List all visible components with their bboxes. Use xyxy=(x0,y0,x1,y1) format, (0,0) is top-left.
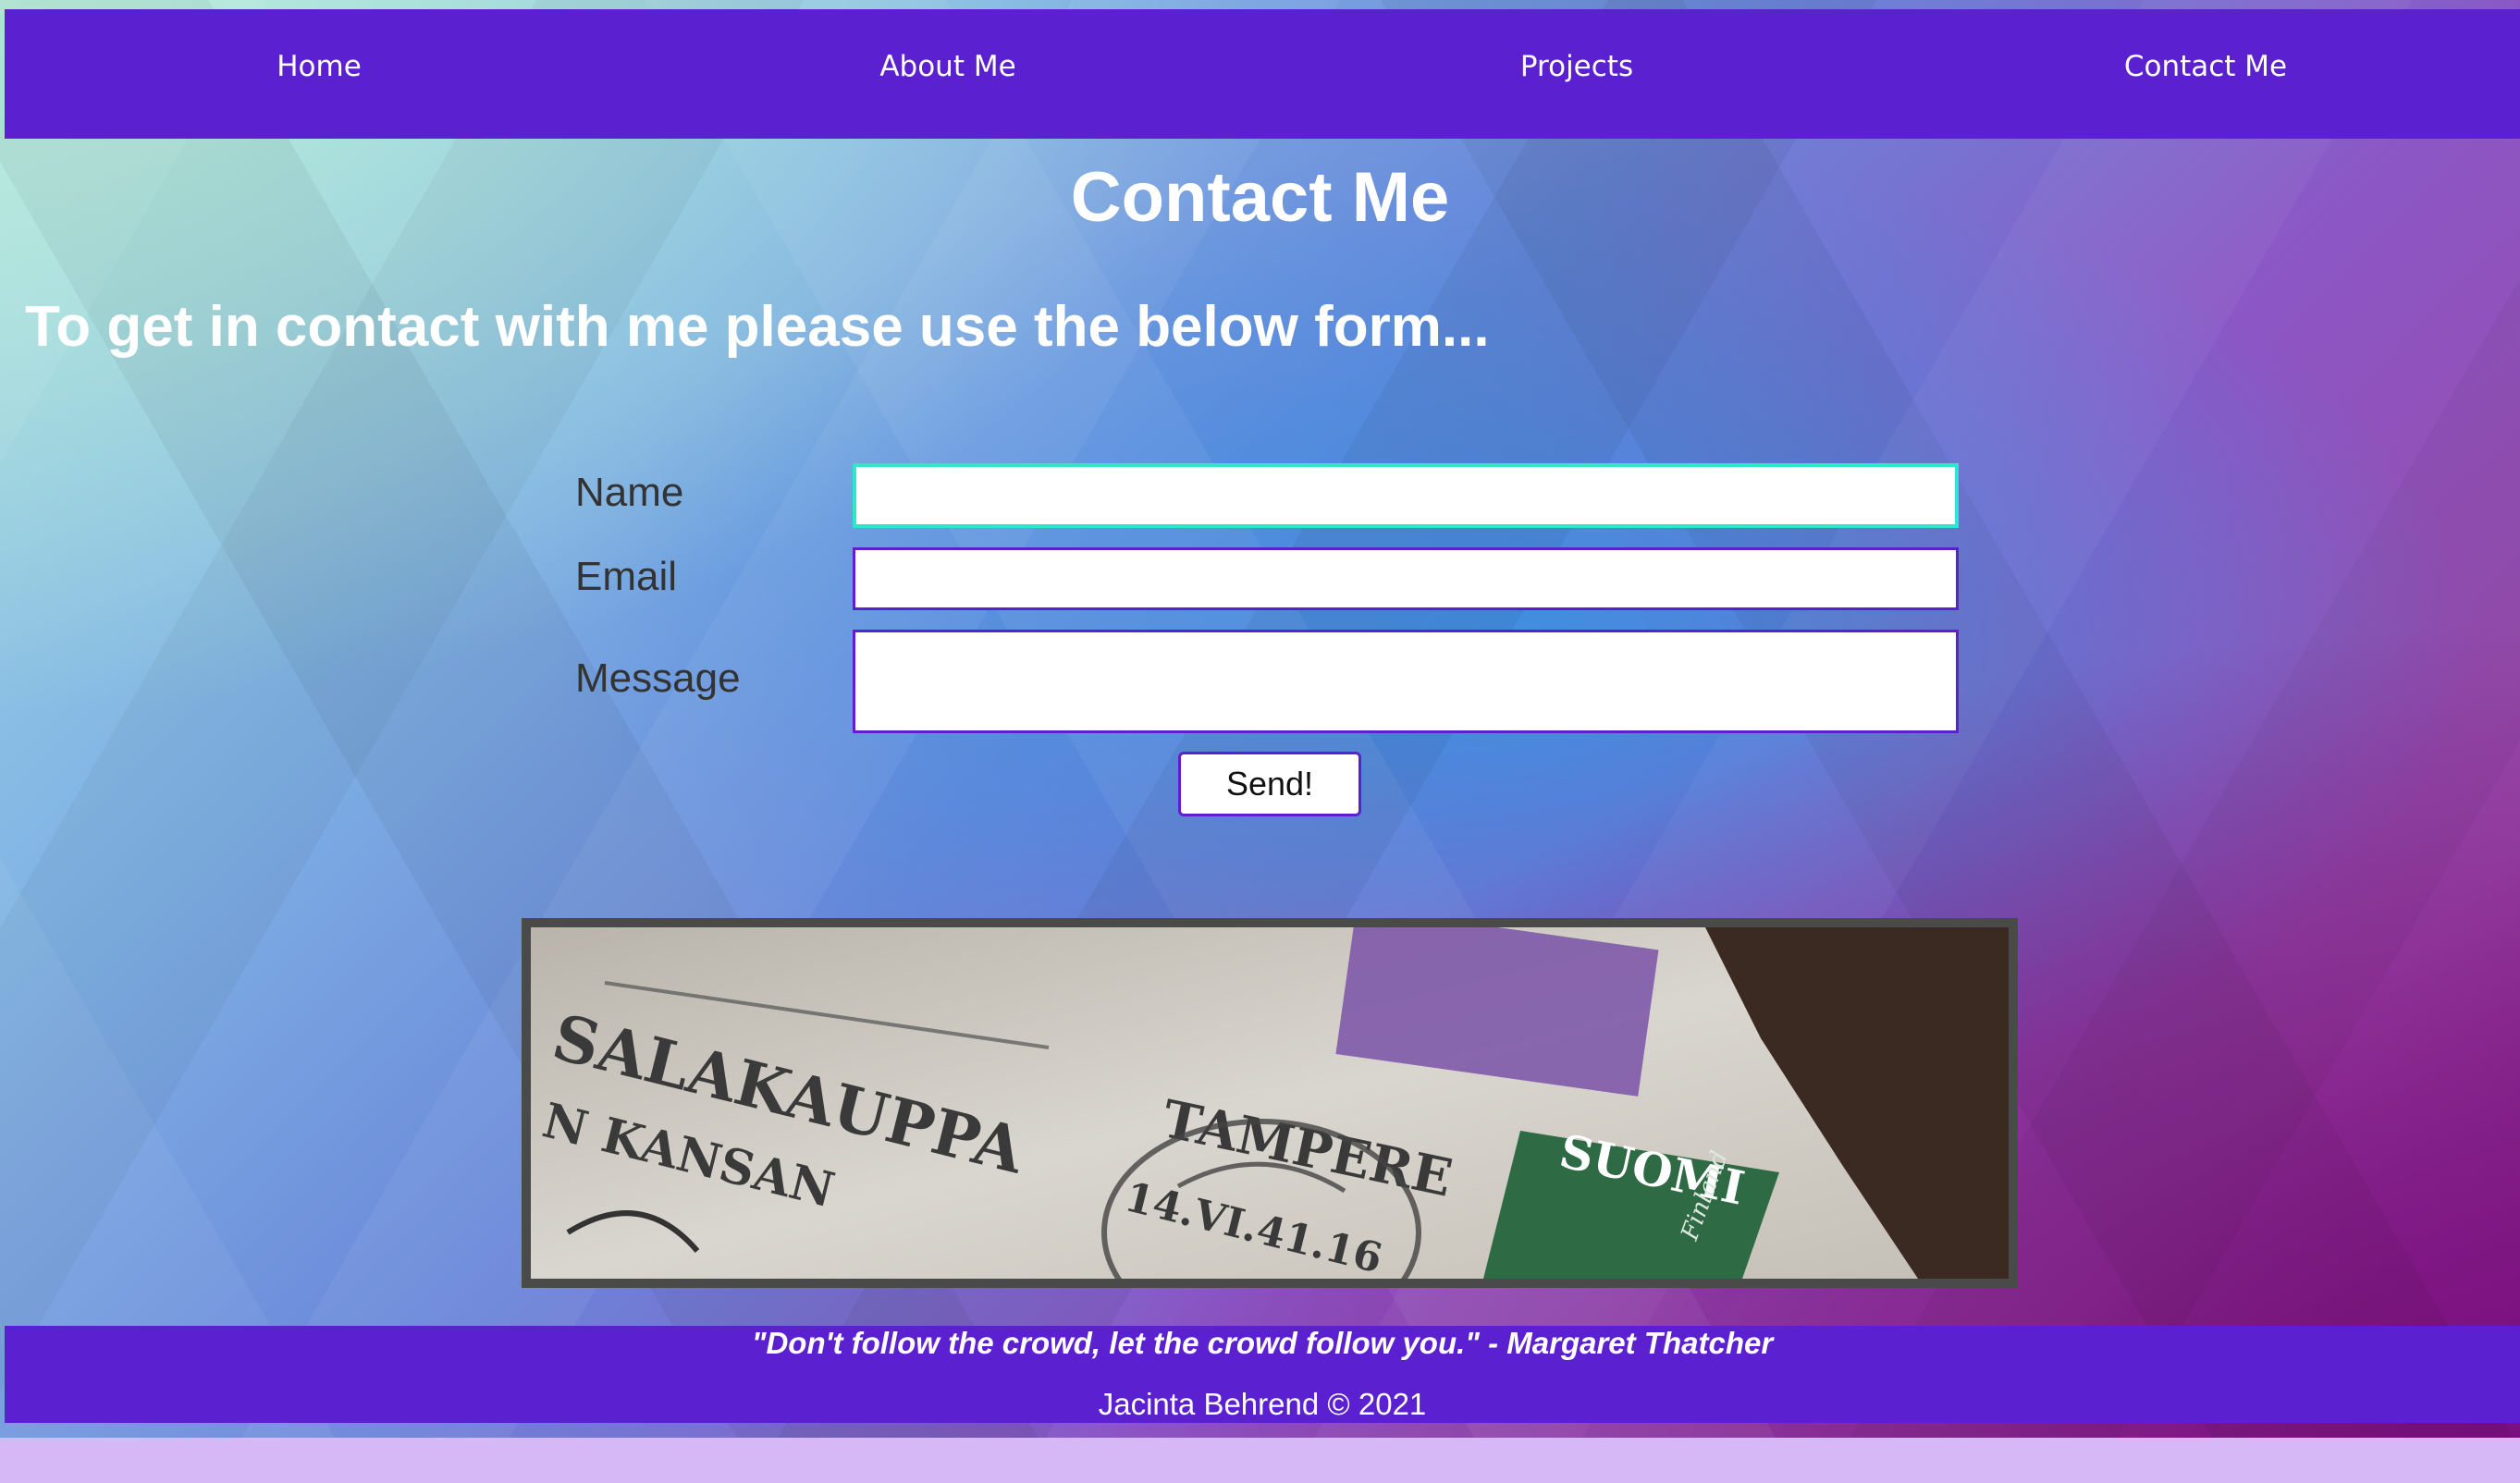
footer-quote: "Don't follow the crowd, let the crowd f… xyxy=(751,1326,1774,1360)
email-field[interactable] xyxy=(853,547,1959,610)
email-label: Email xyxy=(575,554,678,599)
nav-projects-link[interactable]: Projects xyxy=(1262,50,1891,83)
page-title: Contact Me xyxy=(1070,158,1450,237)
message-label: Message xyxy=(575,656,741,701)
envelope-illustration: SALAKAUPPA N KANSAN TAMPERE 14.VI.41.16 … xyxy=(531,927,2009,1279)
nav-home-link[interactable]: Home xyxy=(5,50,633,83)
top-nav: Home About Me Projects Contact Me xyxy=(5,9,2520,139)
footer: "Don't follow the crowd, let the crowd f… xyxy=(5,1326,2520,1423)
envelope-photo: SALAKAUPPA N KANSAN TAMPERE 14.VI.41.16 … xyxy=(522,918,2018,1288)
name-label: Name xyxy=(575,470,684,515)
nav-contact-link[interactable]: Contact Me xyxy=(1891,50,2520,83)
send-button[interactable]: Send! xyxy=(1178,752,1361,816)
footer-copyright: Jacinta Behrend © 2021 xyxy=(1098,1387,1427,1421)
message-field[interactable] xyxy=(853,630,1959,733)
intro-heading: To get in contact with me please use the… xyxy=(25,295,1490,359)
nav-about-link[interactable]: About Me xyxy=(633,50,1262,83)
name-field[interactable] xyxy=(853,463,1959,528)
